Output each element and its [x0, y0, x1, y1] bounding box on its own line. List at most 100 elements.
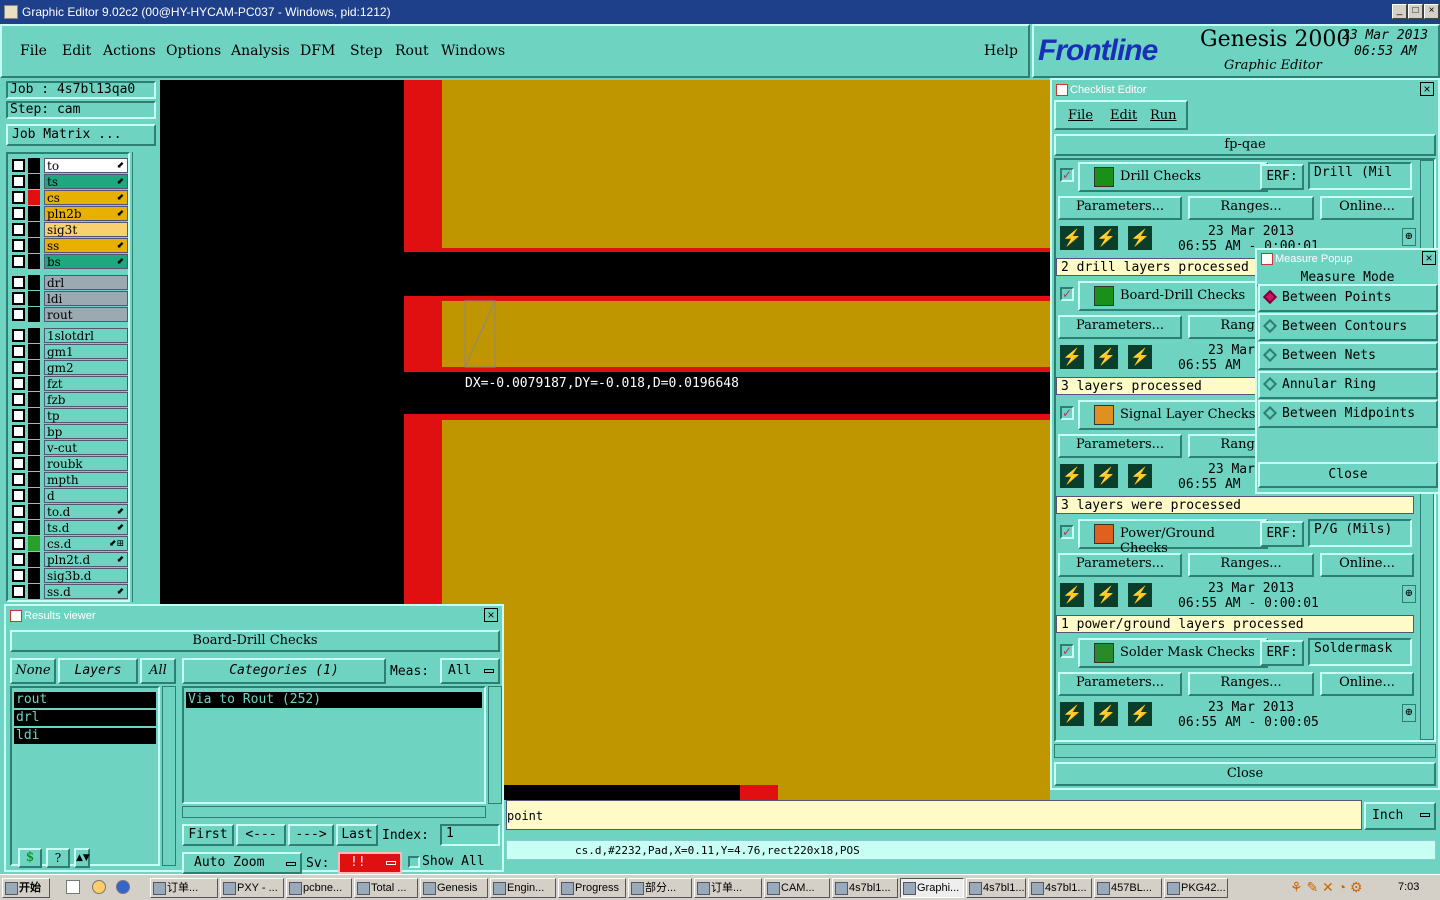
layer-checkbox[interactable] [12, 255, 25, 268]
layer-row[interactable]: roubk [12, 456, 128, 471]
layer-row[interactable]: cs.d ⬋⊞ [12, 536, 128, 551]
prev-button[interactable]: <--- [236, 824, 286, 846]
run-icon[interactable]: ⚡ [1058, 462, 1086, 490]
layer-checkbox[interactable] [12, 489, 25, 502]
taskbar-item[interactable]: 4s7bl1... [832, 878, 898, 898]
layer-checkbox[interactable] [12, 505, 25, 518]
taskbar-item[interactable]: 4s7bl1... [1028, 878, 1092, 898]
layer-name[interactable]: pln2b ⬋ [44, 206, 128, 221]
meas-dropdown[interactable]: All [440, 658, 500, 684]
taskbar-item[interactable]: Genesis [420, 878, 488, 898]
erf-button[interactable]: ERF: [1260, 164, 1304, 190]
layer-row[interactable]: sig3t [12, 222, 128, 237]
layer-indicator[interactable] [28, 174, 40, 189]
layer-list-scrollbar[interactable] [162, 686, 176, 866]
layer-name[interactable]: bs ⬋ [44, 254, 128, 269]
taskbar-item[interactable]: Engin... [490, 878, 556, 898]
layer-name[interactable]: ts.d ⬋ [44, 520, 128, 535]
layer-row[interactable]: ts ⬋ [12, 174, 128, 189]
layer-indicator[interactable] [28, 158, 40, 173]
erf-button[interactable]: ERF: [1260, 640, 1304, 666]
taskbar-item[interactable]: Total ... [354, 878, 418, 898]
layer-checkbox[interactable] [12, 239, 25, 252]
layer-name[interactable]: 1slotdrl [44, 328, 128, 343]
layer-row[interactable]: bp [12, 424, 128, 439]
layer-name[interactable]: bp [44, 424, 128, 439]
check-enable-checkbox[interactable]: ✓ [1060, 287, 1074, 301]
run-stop-icon[interactable]: ⚡ [1126, 581, 1154, 609]
result-layer-item[interactable]: ldi [14, 728, 156, 744]
minimize-button[interactable]: _ [1392, 4, 1407, 19]
layer-checkbox[interactable] [12, 521, 25, 534]
check-enable-checkbox[interactable]: ✓ [1060, 525, 1074, 539]
layer-row[interactable]: v-cut [12, 440, 128, 455]
online-button[interactable]: Online... [1320, 196, 1414, 220]
layer-indicator[interactable] [28, 275, 40, 290]
layer-indicator[interactable] [28, 408, 40, 423]
menu-help[interactable]: Help [984, 43, 1018, 59]
layer-row[interactable]: to.d ⬋ [12, 504, 128, 519]
parameters-button[interactable]: Parameters... [1058, 315, 1182, 339]
layer-row[interactable]: cs ⬋ [12, 190, 128, 205]
all-button[interactable]: All [140, 658, 176, 684]
check-enable-checkbox[interactable]: ✓ [1060, 406, 1074, 420]
close-icon[interactable]: × [1420, 82, 1434, 96]
layer-row[interactable]: gm1 [12, 344, 128, 359]
measure-mode-option[interactable]: Between Midpoints [1258, 400, 1438, 428]
parameters-button[interactable]: Parameters... [1058, 196, 1182, 220]
layer-name[interactable]: cs.d ⬋⊞ [44, 536, 128, 551]
first-button[interactable]: First [182, 824, 234, 846]
menu-options[interactable]: Options [166, 43, 221, 59]
menu-dfm[interactable]: DFM [300, 43, 335, 59]
layer-name[interactable]: ldi [44, 291, 128, 306]
layer-indicator[interactable] [28, 222, 40, 237]
category-hscrollbar[interactable] [182, 806, 486, 818]
layer-checkbox[interactable] [12, 441, 25, 454]
layer-indicator[interactable] [28, 440, 40, 455]
help-icon-button[interactable]: ? [46, 848, 70, 868]
layer-indicator[interactable] [28, 206, 40, 221]
check-name-button[interactable]: Drill Checks [1078, 162, 1268, 192]
layer-row[interactable]: to ⬋ [12, 158, 128, 173]
menu-actions[interactable]: Actions [103, 43, 156, 59]
layer-name[interactable]: to ⬋ [44, 158, 128, 173]
layer-indicator[interactable] [28, 456, 40, 471]
layer-indicator[interactable] [28, 504, 40, 519]
run-partial-icon[interactable]: ⚡ [1092, 343, 1120, 371]
run-stop-icon[interactable]: ⚡ [1126, 700, 1154, 728]
layer-indicator[interactable] [28, 344, 40, 359]
layer-row[interactable]: drl [12, 275, 128, 290]
layer-checkbox[interactable] [12, 292, 25, 305]
ranges-button[interactable]: Ranges... [1188, 196, 1314, 220]
parameters-button[interactable]: Parameters... [1058, 672, 1182, 696]
erf-button[interactable]: ERF: [1260, 521, 1304, 547]
category-list[interactable]: Via to Rout (252) [182, 686, 486, 804]
taskbar-item[interactable]: Progress [558, 878, 626, 898]
start-button[interactable]: 开始 [2, 878, 50, 898]
categories-button[interactable]: Categories (1) [182, 658, 386, 684]
checklist-close-button[interactable]: Close [1054, 762, 1436, 786]
result-layer-item[interactable]: drl [14, 710, 156, 726]
layer-name[interactable]: gm1 [44, 344, 128, 359]
taskbar-item[interactable]: Graphi... [900, 878, 964, 898]
layer-checkbox[interactable] [12, 569, 25, 582]
layer-checkbox[interactable] [12, 537, 25, 550]
run-partial-icon[interactable]: ⚡ [1092, 581, 1120, 609]
browser-icon[interactable] [92, 880, 106, 894]
taskbar-item[interactable]: 订单... [694, 878, 762, 898]
report-icon[interactable]: ⊕ [1402, 228, 1416, 246]
spin-icon-button[interactable]: ▲▼ [74, 848, 90, 868]
layer-row[interactable]: sig3b.d [12, 568, 128, 583]
menu-rout[interactable]: Rout [395, 43, 429, 59]
maximize-button[interactable]: □ [1408, 4, 1423, 19]
taskbar-item[interactable]: 部分... [628, 878, 692, 898]
layer-row[interactable]: ss.d ⬋ [12, 584, 128, 599]
layer-indicator[interactable] [28, 536, 40, 551]
run-icon[interactable]: ⚡ [1058, 224, 1086, 252]
taskbar-item[interactable]: PKG42... [1164, 878, 1228, 898]
layer-checkbox[interactable] [12, 393, 25, 406]
layer-name[interactable]: d [44, 488, 128, 503]
check-enable-checkbox[interactable]: ✓ [1060, 644, 1074, 658]
layer-row[interactable]: pln2b ⬋ [12, 206, 128, 221]
layer-row[interactable]: mpth [12, 472, 128, 487]
